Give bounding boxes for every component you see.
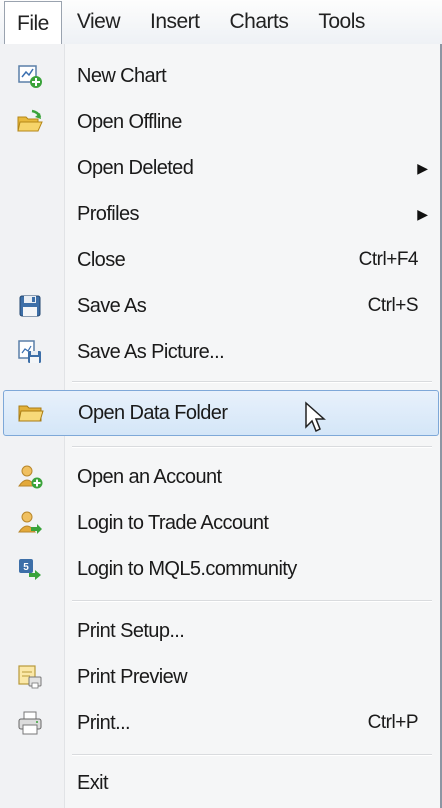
submenu-arrow-icon: ▶ [417,159,428,176]
mql5-login-icon: 5 [16,555,44,583]
floppy-disk-icon [16,292,44,320]
menu-item-label: Open Offline [77,110,182,133]
menu-item-open-data-folder[interactable]: Open Data Folder [3,390,439,436]
menu-item-label: Profiles [77,202,139,225]
menu-item-open-offline[interactable]: Open Offline [0,99,440,145]
menu-item-label: Open an Account [77,465,222,488]
menu-separator [72,446,432,448]
menu-item-shortcut: Ctrl+P [367,712,419,733]
menu-separator [72,600,432,602]
menu-item-print-setup[interactable]: Print Setup... [0,608,440,654]
menu-item-save-as-picture[interactable]: Save As Picture... [0,329,440,375]
folder-icon [17,399,45,427]
menu-item-label: Print... [77,711,131,734]
menu-item-label: Print Preview [77,665,188,688]
printer-icon [16,709,44,737]
menu-view[interactable]: View [62,0,135,44]
menu-item-label: Open Data Folder [78,401,228,424]
svg-text:5: 5 [23,562,29,573]
menu-item-close[interactable]: Close Ctrl+F4 [0,237,440,283]
menu-item-label: Print Setup... [77,619,185,642]
submenu-arrow-icon: ▶ [417,205,428,222]
menu-tools[interactable]: Tools [303,0,380,44]
menu-item-save-as[interactable]: Save As Ctrl+S [0,283,440,329]
menu-item-login-mql5[interactable]: 5 Login to MQL5.community [0,546,440,592]
save-picture-icon [16,338,44,366]
menu-insert[interactable]: Insert [135,0,215,44]
menu-item-label: New Chart [77,64,167,87]
user-login-icon [16,509,44,537]
new-chart-icon [16,62,44,90]
menu-item-label: Close [77,248,126,271]
menu-item-exit[interactable]: Exit [0,760,440,806]
menu-item-label: Save As Picture... [77,340,225,363]
menu-separator [72,754,432,756]
menu-item-open-deleted[interactable]: Open Deleted ▶ [0,145,440,191]
menu-file[interactable]: File [4,0,62,44]
menu-charts[interactable]: Charts [215,0,304,44]
menu-item-print-preview[interactable]: Print Preview [0,654,440,700]
file-menu-dropdown: New Chart Open Offline Open Deleted ▶ Pr… [0,44,442,808]
menu-bar: File View Insert Charts Tools [0,0,442,45]
menu-item-label: Save As [77,294,147,317]
menu-item-new-chart[interactable]: New Chart [0,53,440,99]
print-preview-icon [16,663,44,691]
menu-item-profiles[interactable]: Profiles ▶ [0,191,440,237]
menu-item-login-trade-account[interactable]: Login to Trade Account [0,500,440,546]
menu-item-label: Login to MQL5.community [77,557,297,580]
menu-item-open-account[interactable]: Open an Account [0,454,440,500]
menu-item-label: Open Deleted [77,156,194,179]
menu-item-label: Login to Trade Account [77,511,269,534]
menu-item-label: Exit [77,771,109,794]
menu-separator [72,381,432,383]
mouse-cursor-icon [304,401,326,438]
open-folder-icon [16,108,44,136]
menu-item-print[interactable]: Print... Ctrl+P [0,700,440,746]
menu-item-shortcut: Ctrl+S [367,295,419,316]
menu-item-shortcut: Ctrl+F4 [358,249,419,270]
user-add-icon [16,463,44,491]
